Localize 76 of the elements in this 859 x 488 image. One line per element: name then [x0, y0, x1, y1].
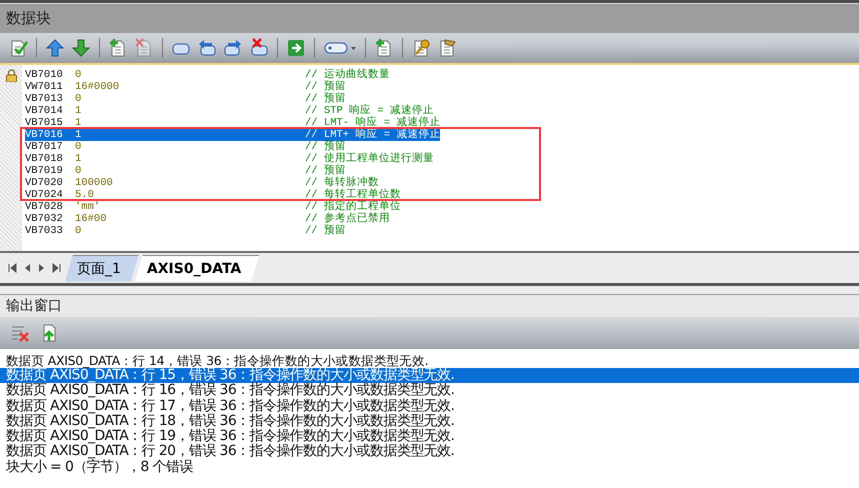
- output-message[interactable]: 数据页 AXIS0_DATA：行 14，错误 36：指令操作数的大小或数据类型无效.: [0, 353, 859, 368]
- comment-text: // 预留: [305, 81, 346, 93]
- delete-icon[interactable]: [249, 38, 269, 58]
- comment-text: // 预留: [305, 141, 346, 153]
- output-message[interactable]: 数据页 AXIS0_DATA：行 19，错误 36：指令操作数的大小或数据类型无效.: [0, 429, 859, 444]
- down-arrow-icon[interactable]: [71, 38, 91, 58]
- address-text: VB7010: [25, 69, 64, 81]
- comment-text: // 运动曲线数量: [305, 69, 390, 81]
- data-row[interactable]: VB7017 0 // 预留: [25, 141, 346, 153]
- address-text: VB7028: [25, 201, 64, 213]
- address-text: VD7020: [25, 177, 64, 189]
- value-text: 0: [75, 225, 82, 237]
- output-message[interactable]: 数据页 AXIS0_DATA：行 17，错误 36：指令操作数的大小或数据类型无效.: [0, 398, 859, 414]
- data-row[interactable]: VB7014 1 // STP 响应 = 减速停止: [25, 105, 434, 117]
- data-row[interactable]: VB7019 0 // 预留: [25, 165, 346, 177]
- value-text: 100000: [75, 177, 114, 189]
- comment-text: // 预留: [305, 225, 346, 237]
- comment-text: // 每转工程单位数: [305, 189, 401, 201]
- address-text: VW7011: [25, 81, 64, 93]
- value-text: 16#0000: [75, 81, 120, 93]
- comment-text: // 参考点已禁用: [305, 213, 390, 225]
- comment-text: // LMT- 响应 = 减速停止: [305, 117, 440, 129]
- next-page-icon[interactable]: [38, 263, 45, 273]
- value-text: 0: [75, 141, 82, 153]
- window-title: 数据块: [0, 3, 859, 33]
- address-text: VB7018: [25, 153, 64, 165]
- last-page-icon[interactable]: [52, 263, 61, 273]
- data-row[interactable]: VB7010 0 // 运动曲线数量: [25, 69, 390, 81]
- page-tab[interactable]: AXIS0_DATA: [134, 254, 260, 282]
- left-arrow-icon[interactable]: [197, 38, 217, 58]
- value-text: 0: [75, 69, 82, 81]
- value-text: 'mm': [75, 201, 102, 213]
- address-text: VB7017: [25, 141, 64, 153]
- value-text: 1: [75, 105, 82, 117]
- output-message[interactable]: 数据页 AXIS0_DATA：行 18，错误 36：指令操作数的大小或数据类型无效.: [0, 414, 859, 430]
- data-row[interactable]: VD7020 100000 // 每转脉冲数: [25, 177, 379, 189]
- value-text: 0: [75, 93, 82, 105]
- address-text: VB7013: [25, 93, 64, 105]
- right-arrow-icon[interactable]: [223, 38, 243, 58]
- data-row[interactable]: VB7018 1 // 使用工程单位进行测量: [25, 153, 434, 165]
- comment-text: // LMT+ 响应 = 减速停止: [305, 129, 440, 141]
- comment-text: // 每转脉冲数: [305, 177, 379, 189]
- value-text: 1: [75, 129, 82, 141]
- comment-text: // 预留: [305, 93, 346, 105]
- address-text: VB7033: [25, 225, 64, 237]
- output-message[interactable]: 数据页 AXIS0_DATA：行 16，错误 36：指令操作数的大小或数据类型无效.: [0, 383, 859, 399]
- value-text: 1: [75, 117, 82, 129]
- value-text: 1: [75, 153, 82, 165]
- output-message[interactable]: 块大小 = 0（字节），8 个错误: [0, 460, 859, 476]
- value-text: 16#00: [75, 213, 108, 225]
- comment-text: // 预留: [305, 165, 346, 177]
- previous-page-icon[interactable]: [24, 263, 31, 273]
- value-text: 5.0: [75, 189, 95, 201]
- output-message[interactable]: 数据页 AXIS0_DATA：行 20，错误 36：指令操作数的大小或数据类型无效.: [0, 444, 859, 460]
- comment-text: // 使用工程单位进行测量: [305, 153, 434, 165]
- value-text: 0: [75, 165, 82, 177]
- data-row[interactable]: VW7011 16#0000 // 预留: [25, 81, 346, 93]
- data-row[interactable]: VB7016 1 // LMT+ 响应 = 减速停止: [25, 129, 440, 141]
- address-text: VD7024: [25, 189, 64, 201]
- page-tab[interactable]: 页面_1: [65, 254, 139, 282]
- data-row[interactable]: VB7033 0 // 预留: [25, 225, 346, 237]
- output-message[interactable]: 数据页 AXIS0_DATA：行 15，错误 36：指令操作数的大小或数据类型无效.: [0, 368, 859, 384]
- data-row[interactable]: VB7015 1 // LMT- 响应 = 减速停止: [25, 117, 440, 129]
- address-text: VB7014: [25, 105, 64, 117]
- up-arrow-icon[interactable]: [45, 38, 65, 58]
- address-text: VB7019: [25, 165, 64, 177]
- comment-text: // STP 响应 = 减速停止: [305, 105, 434, 117]
- first-page-icon[interactable]: [8, 263, 17, 273]
- address-text: VB7016: [25, 129, 64, 141]
- comment-text: // 指定的工程单位: [305, 201, 401, 213]
- data-row[interactable]: VB7028 'mm' // 指定的工程单位: [25, 201, 401, 213]
- data-row[interactable]: VB7032 16#00 // 参考点已禁用: [25, 213, 390, 225]
- address-text: VB7015: [25, 117, 64, 129]
- data-row[interactable]: VD7024 5.0 // 每转工程单位数: [25, 189, 401, 201]
- data-row[interactable]: VB7013 0 // 预留: [25, 93, 346, 105]
- address-text: VB7032: [25, 213, 64, 225]
